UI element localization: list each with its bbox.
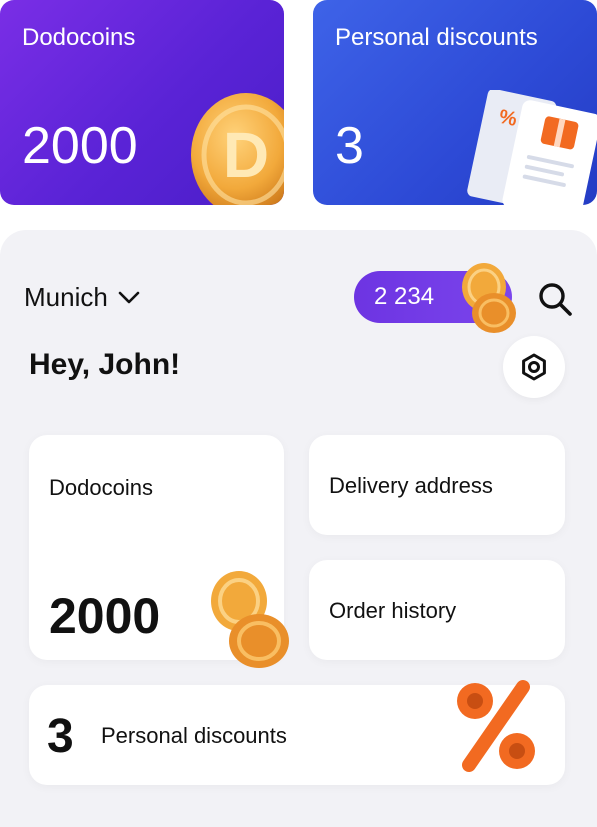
coins-icon — [462, 263, 516, 333]
chevron-down-icon — [118, 291, 140, 303]
dodocoins-label: Dodocoins — [49, 475, 153, 500]
promo-dodocoins-value: 2000 — [22, 117, 138, 175]
delivery-address-label: Delivery address — [329, 473, 493, 498]
promo-dodocoins-title: Dodocoins — [22, 24, 136, 51]
svg-text:D: D — [223, 119, 269, 191]
dodocoins-value: 2000 — [49, 588, 161, 644]
settings-icon — [522, 353, 546, 381]
personal-discounts-label: Personal discounts — [101, 723, 287, 748]
search-icon[interactable] — [537, 281, 573, 317]
gift-ticket-icon: % — [467, 90, 597, 205]
settings-button[interactable] — [503, 336, 565, 398]
percent-icon — [457, 680, 535, 772]
coin-balance-pill[interactable]: 2 234 — [354, 263, 516, 333]
coin-balance-value: 2 234 — [374, 283, 435, 310]
coin-icon: D — [191, 93, 284, 205]
city-label: Munich — [24, 282, 108, 312]
promo-discounts-card[interactable]: Personal discounts 3 % — [313, 0, 597, 205]
order-history-card[interactable]: Order history — [309, 560, 565, 660]
order-history-label: Order history — [329, 598, 457, 623]
promo-dodocoins-card[interactable]: Dodocoins 2000 D — [0, 0, 284, 205]
promo-discounts-value: 3 — [335, 117, 364, 175]
delivery-address-card[interactable]: Delivery address — [309, 435, 565, 535]
coins-icon — [211, 571, 289, 668]
dodocoins-card[interactable]: Dodocoins 2000 — [29, 435, 289, 668]
promo-discounts-title: Personal discounts — [335, 24, 538, 51]
personal-discounts-card[interactable]: 3 Personal discounts — [29, 680, 565, 785]
app-screen: Munich 2 234 Hey, John! Dodocoins 2000 D… — [0, 230, 597, 827]
city-selector[interactable]: Munich — [24, 282, 140, 313]
greeting-heading: Hey, John! — [29, 348, 181, 381]
personal-discounts-count: 3 — [47, 710, 74, 763]
